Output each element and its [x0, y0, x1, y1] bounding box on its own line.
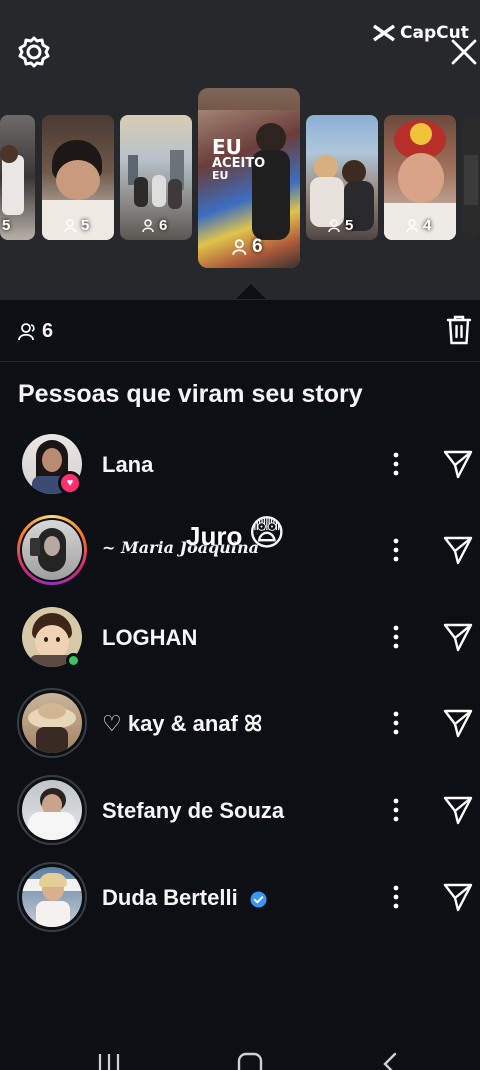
selected-story-pointer	[236, 284, 266, 299]
fearful-face-emoji: 😨	[248, 512, 286, 553]
viewer-name[interactable]: Duda Bertelli	[102, 885, 238, 910]
send-icon[interactable]	[442, 794, 474, 826]
viewer-row[interactable]: ♡ kay & anaf ꕤ	[0, 680, 480, 766]
system-navigation-bar	[0, 1048, 480, 1070]
story-thumbnail[interactable]: 4	[384, 115, 456, 240]
send-icon[interactable]	[442, 448, 474, 480]
viewer-name[interactable]: Lana	[102, 452, 153, 478]
online-indicator	[66, 653, 81, 668]
story-overlay-text: EU	[212, 135, 242, 159]
back-icon[interactable]	[380, 1052, 400, 1070]
overlay-caption: Juro	[186, 521, 243, 551]
verified-badge-icon	[250, 891, 267, 908]
people-icon	[232, 238, 247, 255]
story-thumbnail[interactable]: 6	[120, 115, 192, 240]
story-thumbnail[interactable]: 5	[306, 115, 378, 240]
viewer-count-value: 6	[42, 320, 54, 342]
trash-icon[interactable]	[446, 315, 472, 345]
viewer-row[interactable]: ~ Maria Joaquina Juro 😨	[0, 507, 480, 593]
story-overlay-text: EU	[212, 169, 229, 182]
viewer-row[interactable]: Duda Bertelli	[0, 854, 480, 940]
capcut-logo-icon	[372, 24, 396, 42]
viewer-row[interactable]: ♥ Lana	[0, 421, 480, 507]
viewer-name-wrapper: Duda Bertelli	[102, 885, 267, 911]
avatar[interactable]	[22, 693, 82, 753]
send-icon[interactable]	[442, 621, 474, 653]
viewer-name[interactable]: Stefany de Souza	[102, 798, 284, 824]
viewer-count[interactable]: 6	[18, 320, 53, 343]
more-vertical-icon[interactable]	[385, 796, 407, 824]
viewer-name[interactable]: LOGHAN	[102, 625, 197, 651]
home-icon[interactable]	[236, 1052, 264, 1070]
viewer-row[interactable]: Stefany de Souza	[0, 767, 480, 853]
story-thumbnail[interactable]: 5	[0, 115, 35, 240]
people-icon	[64, 218, 76, 232]
viewer-name[interactable]: ♡ kay & anaf ꕤ	[102, 711, 262, 737]
story-carousel-panel: CapCut 5 5 6 EU ACEITO EU 6 5 4	[0, 0, 480, 300]
recents-icon[interactable]	[96, 1052, 122, 1070]
close-icon[interactable]	[450, 38, 478, 66]
more-vertical-icon[interactable]	[385, 709, 407, 737]
avatar[interactable]	[22, 520, 82, 580]
more-vertical-icon[interactable]	[385, 450, 407, 478]
avatar[interactable]	[22, 867, 82, 927]
more-vertical-icon[interactable]	[385, 883, 407, 911]
story-thumbnail[interactable]: 5	[42, 115, 114, 240]
people-icon	[328, 218, 340, 232]
gear-icon[interactable]	[17, 35, 51, 69]
story-thumbnail-selected[interactable]: EU ACEITO EU 6	[198, 88, 300, 268]
more-vertical-icon[interactable]	[385, 623, 407, 651]
send-icon[interactable]	[442, 881, 474, 913]
people-icon	[18, 322, 35, 340]
people-icon	[406, 218, 418, 232]
send-icon[interactable]	[442, 534, 474, 566]
more-vertical-icon[interactable]	[385, 536, 407, 564]
section-title: Pessoas que viram seu story	[18, 380, 363, 408]
story-thumbnail[interactable]	[462, 115, 480, 240]
viewer-row[interactable]: LOGHAN	[0, 594, 480, 680]
send-icon[interactable]	[442, 707, 474, 739]
heart-badge-icon: ♥	[58, 471, 82, 495]
story-actions-row: 6	[0, 300, 480, 362]
avatar[interactable]	[22, 780, 82, 840]
people-icon	[142, 218, 154, 232]
